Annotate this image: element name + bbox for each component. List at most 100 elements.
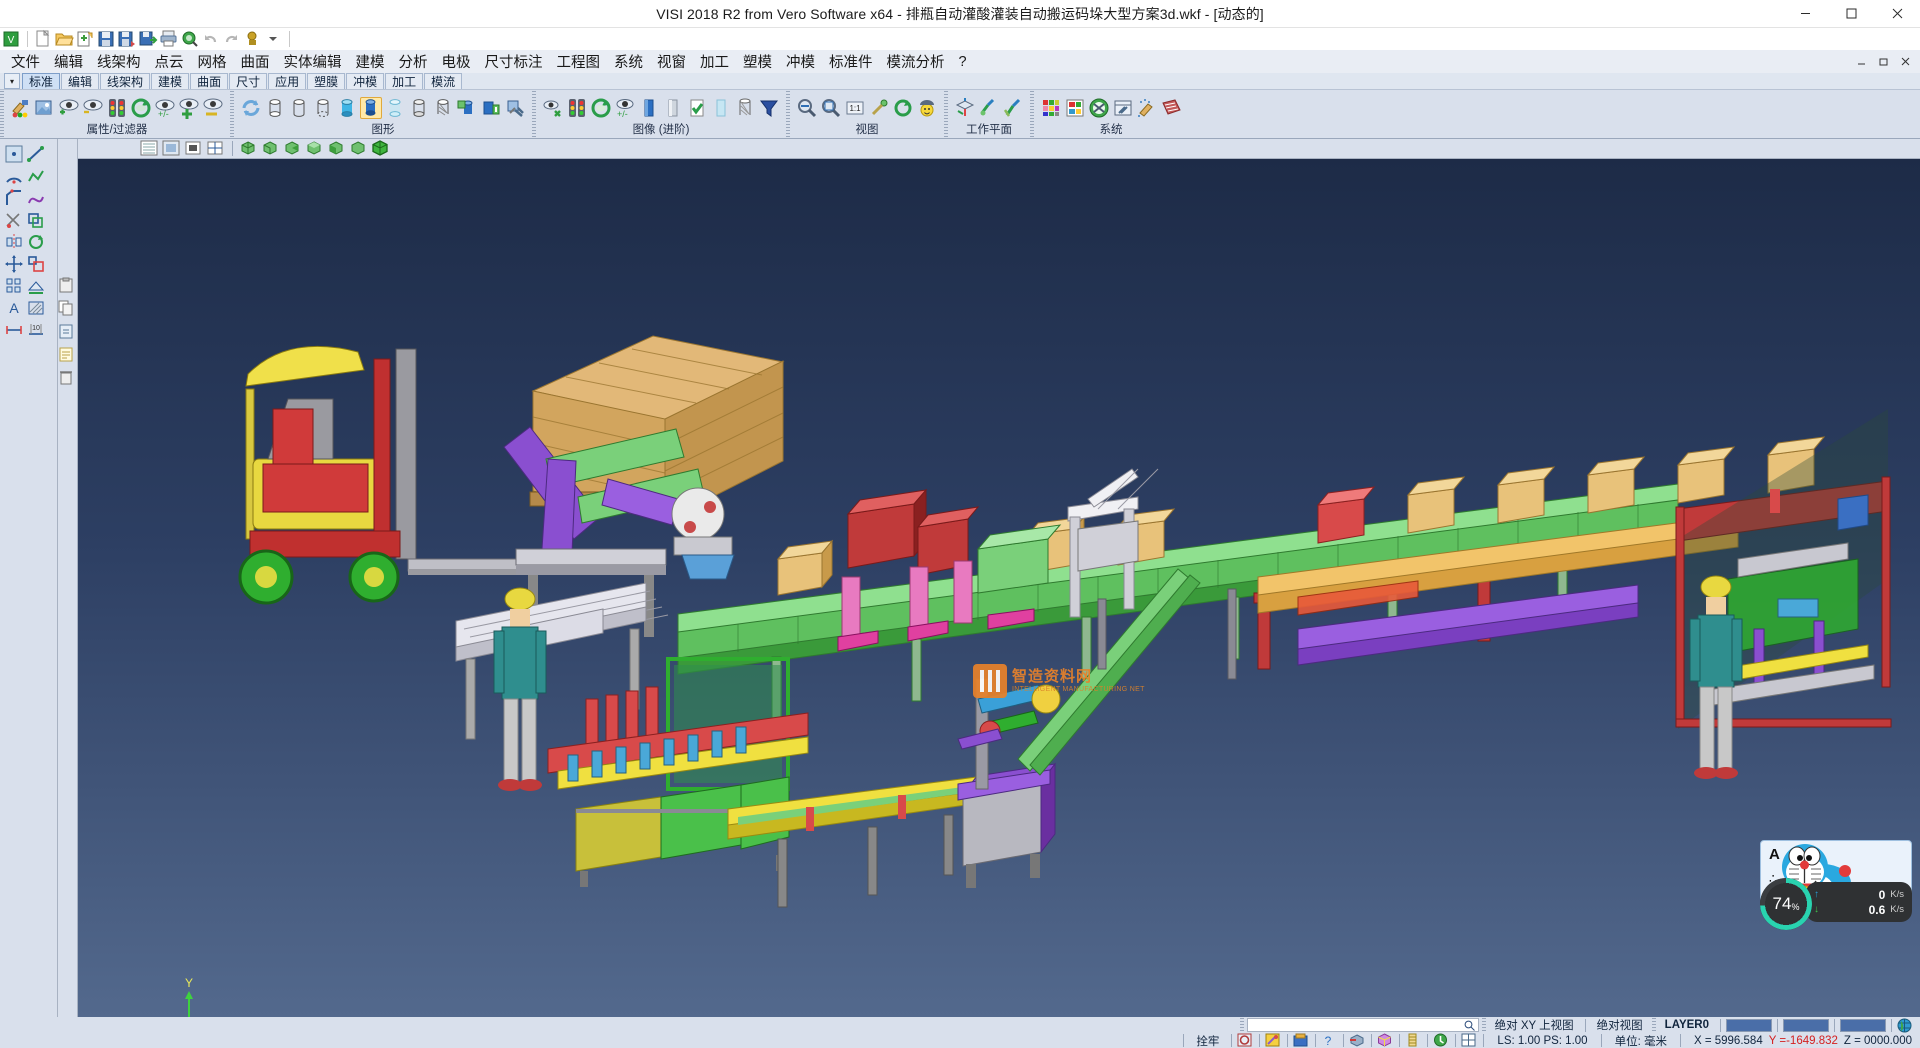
- dimension-icon[interactable]: 10: [26, 320, 46, 340]
- pattern-icon[interactable]: [4, 276, 24, 296]
- 3d-viewport[interactable]: Y Z 智造资料网 INTELLIGENT MANUFACTURING NET: [78, 159, 1920, 1017]
- view-front-icon[interactable]: [283, 140, 303, 158]
- layers-icon[interactable]: [1064, 97, 1086, 119]
- polyline-icon[interactable]: [26, 166, 46, 186]
- tab-wireframe[interactable]: 线架构: [100, 73, 150, 89]
- trim-icon[interactable]: [4, 210, 24, 230]
- toggle-adv-icon[interactable]: +/-: [614, 97, 636, 119]
- tab-mould[interactable]: 塑膜: [307, 73, 345, 89]
- download-widget[interactable]: A ☽ ∴: [1760, 840, 1912, 902]
- view-top-icon[interactable]: [305, 140, 325, 158]
- tab-progress[interactable]: 冲模: [346, 73, 384, 89]
- view-back-icon[interactable]: [349, 140, 369, 158]
- color-block-3[interactable]: [1840, 1019, 1886, 1032]
- wp-define-icon[interactable]: [954, 97, 976, 119]
- paste-special-icon[interactable]: [58, 323, 78, 343]
- traffic-light-adv-icon[interactable]: [566, 97, 588, 119]
- point-icon[interactable]: [4, 144, 24, 164]
- tab-modeling[interactable]: 建模: [151, 73, 189, 89]
- menu-item-machining[interactable]: 加工: [693, 49, 736, 74]
- preferences-icon[interactable]: [1112, 97, 1134, 119]
- menu-item-modeling[interactable]: 建模: [349, 49, 392, 74]
- calculator-icon[interactable]: [1160, 97, 1182, 119]
- spline-icon[interactable]: [26, 188, 46, 208]
- hatch-icon[interactable]: [26, 298, 46, 318]
- project-icon[interactable]: [26, 276, 46, 296]
- menu-item-file[interactable]: 文件: [4, 49, 47, 74]
- globe-icon[interactable]: [1897, 1018, 1914, 1033]
- traffic-light-icon[interactable]: [106, 97, 128, 119]
- snap-help-icon[interactable]: ?: [1321, 1033, 1338, 1048]
- zoom-all-icon[interactable]: [820, 97, 842, 119]
- arc-icon[interactable]: [4, 166, 24, 186]
- tab-dimension[interactable]: 尺寸: [229, 73, 267, 89]
- transparent-icon[interactable]: [384, 97, 406, 119]
- refresh-view-icon[interactable]: [130, 97, 152, 119]
- new-file-icon[interactable]: [33, 29, 53, 49]
- menu-item-progress[interactable]: 冲模: [779, 49, 822, 74]
- wp-align-icon[interactable]: [978, 97, 1000, 119]
- menu-item-dimension[interactable]: 尺寸标注: [478, 49, 550, 74]
- shaded-edges-icon[interactable]: [408, 97, 430, 119]
- blank-entity-icon[interactable]: [542, 97, 564, 119]
- rotate-icon[interactable]: [26, 232, 46, 252]
- menu-item-drawing[interactable]: 工程图: [550, 49, 608, 74]
- import-file-icon[interactable]: [75, 29, 95, 49]
- preview-icon[interactable]: [180, 29, 200, 49]
- text-icon[interactable]: A: [4, 298, 24, 318]
- menu-item-system[interactable]: 系统: [607, 49, 650, 74]
- color-block-2[interactable]: [1783, 1019, 1829, 1032]
- export-icon[interactable]: [138, 29, 158, 49]
- shaded-icon[interactable]: [360, 97, 382, 119]
- hidden-line-icon[interactable]: [288, 97, 310, 119]
- offset-icon[interactable]: [26, 210, 46, 230]
- chevron-down-icon[interactable]: ▾: [4, 73, 20, 89]
- move-icon[interactable]: [4, 254, 24, 274]
- menu-item-mould[interactable]: 塑模: [736, 49, 779, 74]
- close-button[interactable]: [1874, 0, 1920, 28]
- tab-surface[interactable]: 曲面: [190, 73, 228, 89]
- note-icon[interactable]: [58, 346, 78, 366]
- color-block-1[interactable]: [1726, 1019, 1772, 1032]
- solid-grey-icon[interactable]: [662, 97, 684, 119]
- layer-manager-icon[interactable]: [34, 97, 56, 119]
- solid-blue-icon[interactable]: [638, 97, 660, 119]
- menu-item-wireframe[interactable]: 线架构: [90, 49, 148, 74]
- color-palette-icon[interactable]: [1040, 97, 1062, 119]
- regenerate-icon[interactable]: [240, 97, 262, 119]
- overflow-caret-icon[interactable]: [264, 29, 284, 49]
- show-entity-icon[interactable]: [58, 97, 80, 119]
- zoom-scale-icon[interactable]: 1:1: [844, 97, 866, 119]
- show-all-icon[interactable]: [178, 97, 200, 119]
- view-iso1-icon[interactable]: [239, 140, 259, 158]
- hide-entity-icon[interactable]: [82, 97, 104, 119]
- delete-icon[interactable]: [58, 369, 78, 389]
- customize-icon[interactable]: [243, 29, 263, 49]
- magnifier-icon[interactable]: [1464, 1020, 1475, 1031]
- render-setup-icon[interactable]: [504, 97, 526, 119]
- tab-application[interactable]: 应用: [268, 73, 306, 89]
- render-icon[interactable]: [456, 97, 478, 119]
- hidden-line-dashed-icon[interactable]: [312, 97, 334, 119]
- chamfer-icon[interactable]: [4, 188, 24, 208]
- copy-icon[interactable]: [58, 300, 78, 320]
- view-iso2-icon[interactable]: [261, 140, 281, 158]
- snap-box-icon[interactable]: [1293, 1033, 1310, 1048]
- section-icon[interactable]: [432, 97, 454, 119]
- funnel-icon[interactable]: [758, 97, 780, 119]
- snap-grid-icon[interactable]: [1461, 1033, 1478, 1048]
- menu-item-analysis[interactable]: 分析: [392, 49, 435, 74]
- print-icon[interactable]: [159, 29, 179, 49]
- tab-flow[interactable]: 模流: [424, 73, 462, 89]
- mesh-adv-icon[interactable]: [734, 97, 756, 119]
- view-wire-icon[interactable]: [206, 140, 226, 158]
- mdi-restore-button[interactable]: [1874, 53, 1894, 71]
- mdi-close-button[interactable]: [1896, 53, 1916, 71]
- minimize-button[interactable]: [1782, 0, 1828, 28]
- save-icon[interactable]: [96, 29, 116, 49]
- pan-icon[interactable]: [868, 97, 890, 119]
- view-right-icon[interactable]: [327, 140, 347, 158]
- zoom-window-icon[interactable]: [796, 97, 818, 119]
- menu-item-flow-analysis[interactable]: 模流分析: [880, 49, 952, 74]
- search-field[interactable]: [1247, 1018, 1479, 1032]
